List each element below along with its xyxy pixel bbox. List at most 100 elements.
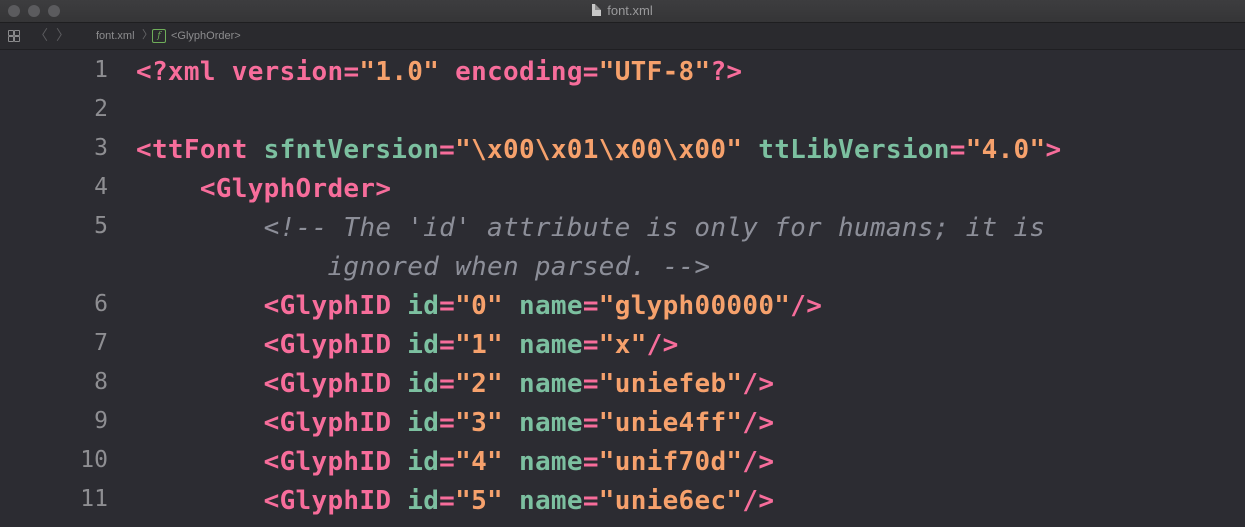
line-number: 7: [94, 330, 108, 356]
code-editor[interactable]: 1 <?xml version="1.0" encoding="UTF-8"?>…: [0, 50, 1245, 527]
equals-sign: =: [439, 291, 456, 321]
attribute-value: "2": [455, 369, 504, 399]
code-text: <GlyphID id="3" name="unie4ff"/>: [136, 404, 774, 443]
tag-close: />: [790, 291, 823, 321]
equals-sign: =: [439, 447, 456, 477]
document-icon: [592, 4, 602, 16]
equals-sign: =: [439, 486, 456, 516]
tag-open: <GlyphID: [263, 486, 392, 516]
line-number: 6: [94, 291, 108, 317]
comment-text: <!-- The 'id' attribute is only for huma…: [263, 213, 1046, 243]
attribute-value: "4": [455, 447, 504, 477]
line-number: 11: [80, 486, 108, 512]
attribute-name: encoding: [455, 57, 583, 87]
equals-sign: =: [439, 369, 456, 399]
equals-sign: =: [439, 408, 456, 438]
tag-close: />: [742, 447, 775, 477]
code-text: <GlyphOrder>: [136, 170, 391, 209]
code-text: <GlyphID id="2" name="uniefeb"/>: [136, 365, 774, 404]
attribute-name: name: [518, 447, 583, 477]
attribute-value: "unie6ec": [598, 486, 743, 516]
code-line: 4 <GlyphOrder>: [0, 167, 1245, 206]
code-line: 7 <GlyphID id="1" name="x"/>: [0, 323, 1245, 362]
attribute-value: "unif70d": [598, 447, 743, 477]
equals-sign: =: [582, 447, 599, 477]
attribute-value: "1": [455, 330, 504, 360]
related-items-grid-icon[interactable]: [8, 30, 20, 42]
line-number: 5: [94, 213, 108, 239]
code-line: 3 <ttFont sfntVersion = "\x00\x01\x00\x00"…: [0, 128, 1245, 167]
code-line: 1 <?xml version="1.0" encoding="UTF-8"?>: [0, 50, 1245, 89]
xml-declaration-open: <?xml: [136, 57, 216, 87]
line-number: 4: [94, 174, 108, 200]
tag-open: <GlyphID: [263, 408, 392, 438]
tag-open: <GlyphID: [263, 447, 392, 477]
equals-sign: =: [582, 330, 599, 360]
code-line: 9 <GlyphID id="3" name="unie4ff"/>: [0, 401, 1245, 440]
line-number: 1: [94, 57, 108, 83]
attribute-name: version: [231, 57, 344, 87]
code-text: <ttFont sfntVersion = "\x00\x01\x00\x00" t…: [136, 131, 1061, 170]
line-number: 2: [94, 96, 108, 122]
attribute-value: "4.0": [965, 135, 1046, 165]
xml-declaration-close: ?>: [710, 57, 743, 87]
attribute-name: name: [518, 369, 583, 399]
window-title: font.xml: [607, 3, 653, 18]
equals-sign: =: [343, 57, 360, 87]
equals-sign: =: [439, 330, 456, 360]
code-line: 10 <GlyphID id="4" name="unif70d"/>: [0, 440, 1245, 479]
tag-open: <GlyphOrder>: [199, 174, 392, 204]
window-title-group: font.xml: [0, 3, 1245, 19]
navigate-back-button[interactable]: 〈: [34, 28, 48, 42]
tag-open: <ttFont: [136, 135, 248, 165]
comment-text-continued: ignored when parsed. -->: [327, 252, 711, 282]
tag-close: />: [742, 486, 775, 516]
attribute-value: "UTF-8": [598, 57, 711, 87]
code-text: <?xml version="1.0" encoding="UTF-8"?>: [136, 53, 742, 92]
attribute-value: "1.0": [359, 57, 440, 87]
attribute-name: id: [407, 486, 440, 516]
attribute-name: name: [518, 330, 583, 360]
equals-sign: =: [582, 369, 599, 399]
breadcrumb-element[interactable]: <GlyphOrder>: [171, 30, 241, 42]
equals-sign: =: [582, 57, 599, 87]
tag-open: <GlyphID: [263, 330, 392, 360]
attribute-value: "0": [455, 291, 504, 321]
code-line: 8 <GlyphID id="2" name="uniefeb"/>: [0, 362, 1245, 401]
code-line: 2: [0, 89, 1245, 128]
attribute-name: ttLibVersion: [758, 135, 950, 165]
attribute-name: name: [518, 408, 583, 438]
symbol-icon: f: [152, 29, 166, 43]
line-number: 9: [94, 408, 108, 434]
attribute-value: "5": [455, 486, 504, 516]
code-text: <GlyphID id="0" name="glyph00000"/>: [136, 287, 822, 326]
attribute-value: "3": [455, 408, 504, 438]
tag-close: />: [646, 330, 679, 360]
code-line: 11 <GlyphID id="5" name="unie6ec"/>: [0, 479, 1245, 518]
code-text: <GlyphID id="4" name="unif70d"/>: [136, 443, 774, 482]
title-bar: font.xml: [0, 0, 1245, 23]
attribute-name: id: [407, 369, 440, 399]
equals-sign: =: [582, 486, 599, 516]
code-line: 6 <GlyphID id="0" name="glyph00000"/>: [0, 284, 1245, 323]
code-line-wrapped: 5 <!-- The 'id' attribute is only for hu…: [0, 206, 1245, 284]
attribute-value: "\x00\x01\x00\x00": [455, 135, 743, 165]
attribute-name: sfntVersion: [263, 135, 440, 165]
equals-sign: =: [582, 291, 599, 321]
navigate-forward-button[interactable]: 〉: [56, 28, 70, 42]
attribute-value: "uniefeb": [598, 369, 743, 399]
jump-bar: 〈 〉 font.xml 〉 f <GlyphOrder>: [0, 23, 1245, 50]
tag-close: />: [742, 408, 775, 438]
tag-open: <GlyphID: [263, 369, 392, 399]
line-number: 8: [94, 369, 108, 395]
equals-sign: =: [949, 135, 966, 165]
editor-window: font.xml 〈 〉 font.xml 〉 f <GlyphOrder> 1…: [0, 0, 1245, 527]
line-number: 3: [94, 135, 108, 161]
glyph-id-list: 6 <GlyphID id="0" name="glyph00000"/> 7 <…: [0, 284, 1245, 518]
line-number: 10: [80, 447, 108, 473]
tag-open: <GlyphID: [263, 291, 392, 321]
breadcrumb-file[interactable]: font.xml: [96, 30, 135, 42]
tag-close: />: [742, 369, 775, 399]
attribute-name: id: [407, 408, 440, 438]
tag-close: >: [1045, 135, 1062, 165]
